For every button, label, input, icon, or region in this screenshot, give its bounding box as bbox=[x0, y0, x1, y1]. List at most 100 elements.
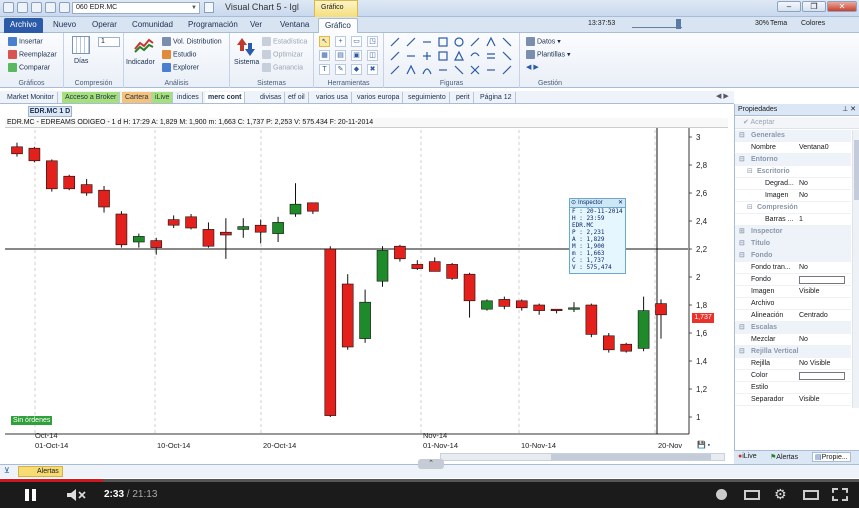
property-row[interactable]: Mezclar No bbox=[735, 334, 851, 346]
property-row[interactable]: Degrad... No bbox=[735, 178, 851, 190]
maximize-button[interactable]: ❐ bbox=[802, 1, 826, 12]
alerts-tab[interactable]: Alertas bbox=[18, 466, 63, 477]
refresh-icon[interactable] bbox=[204, 2, 214, 13]
tema-menu[interactable]: Tema bbox=[770, 20, 787, 27]
tab-ver[interactable]: Ver bbox=[244, 18, 268, 33]
watch-later-icon[interactable] bbox=[716, 489, 727, 500]
property-value[interactable]: 1 bbox=[799, 214, 803, 226]
property-row[interactable]: ⊟ Generales bbox=[735, 130, 851, 142]
property-row[interactable]: ⊟ Escalas bbox=[735, 322, 851, 334]
dock-alertas[interactable]: ⚑Alertas bbox=[770, 453, 798, 461]
expand-toggle-icon[interactable]: ⊞ bbox=[739, 226, 745, 238]
navigation-arrows[interactable]: ◀ ▶ bbox=[526, 63, 539, 71]
insertar-button[interactable]: Insertar bbox=[8, 37, 43, 46]
chart-window-tab[interactable]: EDR.MC 1 D bbox=[28, 106, 72, 117]
vol-distribution-button[interactable]: Vol. Distribution bbox=[162, 37, 222, 46]
layers-tool-icon[interactable]: ◫ bbox=[367, 50, 378, 61]
close-icon[interactable]: ✕ bbox=[618, 199, 623, 208]
tab-seguimiento[interactable]: seguimiento bbox=[405, 92, 450, 103]
zoom-slider-thumb[interactable] bbox=[676, 19, 681, 29]
ganancia-button[interactable]: Ganancia bbox=[262, 63, 303, 72]
comparar-button[interactable]: Comparar bbox=[8, 63, 50, 72]
property-row[interactable]: Estilo bbox=[735, 382, 851, 394]
crosshair-tool-icon[interactable]: + bbox=[335, 36, 346, 47]
expand-toggle-icon[interactable]: ⊟ bbox=[747, 166, 753, 178]
inspector-panel[interactable]: ⊙ Inspector ✕ F : 20-11-2014 H : 23:59 E… bbox=[569, 198, 626, 274]
expand-toggle-icon[interactable]: ⊟ bbox=[739, 238, 745, 250]
plantillas-button[interactable]: Plantillas ▾ bbox=[526, 50, 570, 59]
magnet-tool-icon[interactable]: ▣ bbox=[351, 50, 362, 61]
property-row[interactable]: Archivo bbox=[735, 298, 851, 310]
eraser-tool-icon[interactable]: ✖ bbox=[367, 64, 378, 75]
expand-toggle-icon[interactable]: ⊟ bbox=[739, 130, 745, 142]
property-row[interactable]: Separador Visible bbox=[735, 394, 851, 406]
price-chart[interactable]: 3 2,8 2,6 2,4 2,2 2 1,8 1,6 1,4 1,2 1 Oct-14 01-Oct-… bbox=[5, 128, 728, 450]
property-row[interactable]: Imagen Visible bbox=[735, 286, 851, 298]
property-grid[interactable]: ⊟ Generales Nombre Ventana0 ⊟ Entorno ⊟ Escrito… bbox=[735, 130, 851, 410]
property-row[interactable]: ⊟ Entorno bbox=[735, 154, 851, 166]
property-value[interactable]: No Visible bbox=[799, 358, 830, 370]
property-row[interactable]: Color bbox=[735, 370, 851, 382]
zoom-tool-icon[interactable]: ▭ bbox=[351, 36, 362, 47]
table-tool-icon[interactable]: ▤ bbox=[335, 50, 346, 61]
datos-button[interactable]: Datos ▾ bbox=[526, 37, 561, 46]
color-swatch[interactable] bbox=[799, 276, 845, 284]
app-icon[interactable] bbox=[3, 2, 14, 13]
property-row[interactable]: Fondo bbox=[735, 274, 851, 286]
pin-icon[interactable]: ⊙ bbox=[571, 199, 576, 208]
tab-varios-usa[interactable]: varios usa bbox=[313, 92, 352, 103]
zoom-slider[interactable] bbox=[632, 21, 682, 28]
tab-grafico[interactable]: Gráfico bbox=[318, 18, 358, 33]
inspector-header[interactable]: ⊙ Inspector ✕ bbox=[570, 199, 625, 208]
colores-menu[interactable]: Colores bbox=[801, 20, 825, 27]
scrollbar-thumb[interactable] bbox=[854, 140, 859, 200]
property-value[interactable]: Ventana0 bbox=[799, 142, 829, 154]
tab-operar[interactable]: Operar bbox=[86, 18, 123, 33]
color-tool-icon[interactable]: ◆ bbox=[351, 64, 362, 75]
expand-toggle-icon[interactable]: ⊟ bbox=[739, 154, 745, 166]
expand-handle-icon[interactable]: ⌃ bbox=[418, 459, 444, 469]
tab-programacion[interactable]: Programación bbox=[182, 18, 244, 33]
note-tool-icon[interactable]: ✎ bbox=[335, 64, 346, 75]
estadistica-button[interactable]: Estadística bbox=[262, 37, 307, 46]
indicador-button[interactable]: Indicador bbox=[126, 59, 155, 66]
dock-ilive[interactable]: ●iLive bbox=[738, 453, 757, 460]
figure-tools-icons[interactable] bbox=[388, 36, 516, 76]
tab-archivo[interactable]: Archivo bbox=[4, 18, 43, 33]
minimize-button[interactable]: – bbox=[777, 1, 801, 12]
property-row[interactable]: ⊟ Fondo bbox=[735, 250, 851, 262]
explorer-button[interactable]: Explorer bbox=[162, 63, 199, 72]
property-row[interactable]: Imagen No bbox=[735, 190, 851, 202]
candlestick-chart-svg[interactable]: 3 2,8 2,6 2,4 2,2 2 1,8 1,6 1,4 1,2 1 Oct-1401-Oct-… bbox=[5, 128, 728, 450]
chevron-down-icon[interactable]: ▼ bbox=[190, 4, 198, 12]
alerts-toggle-icon[interactable]: ⊻ bbox=[4, 466, 10, 475]
fullscreen-icon[interactable] bbox=[832, 488, 848, 501]
tab-merc-cont[interactable]: merc cont bbox=[205, 92, 246, 103]
property-row[interactable]: ⊞ Inspector bbox=[735, 226, 851, 238]
expand-toggle-icon[interactable]: ⊟ bbox=[747, 202, 753, 214]
dias-button[interactable]: Días bbox=[74, 58, 88, 65]
color-swatch[interactable] bbox=[799, 372, 845, 380]
property-row[interactable]: Rejilla No Visible bbox=[735, 358, 851, 370]
tab-divisas[interactable]: divisas bbox=[257, 92, 286, 103]
dock-propiedades[interactable]: ▤Propie... bbox=[812, 452, 851, 462]
pause-icon[interactable] bbox=[24, 488, 38, 504]
properties-scrollbar[interactable] bbox=[852, 130, 859, 408]
property-row[interactable]: ⊟ Compresión bbox=[735, 202, 851, 214]
sistema-button[interactable]: Sistema bbox=[234, 59, 259, 66]
settings-gear-icon[interactable]: ⚙ bbox=[774, 486, 787, 503]
tab-acceso-a-broker[interactable]: Acceso a Broker bbox=[62, 92, 121, 103]
close-button[interactable]: ✕ bbox=[827, 1, 857, 12]
property-row[interactable]: Nombre Ventana0 bbox=[735, 142, 851, 154]
tab-cartera[interactable]: Cartera bbox=[122, 92, 153, 103]
expand-toggle-icon[interactable]: ⊟ bbox=[739, 346, 745, 358]
undo-icon[interactable] bbox=[45, 2, 56, 13]
tab-indices[interactable]: indices bbox=[174, 92, 203, 103]
tab-perit[interactable]: perit bbox=[453, 92, 474, 103]
property-row[interactable]: ⊟ Título bbox=[735, 238, 851, 250]
property-row[interactable]: ⊟ Escritorio bbox=[735, 166, 851, 178]
context-tab-grafico[interactable]: Gráfico bbox=[314, 0, 358, 17]
property-value[interactable]: Visible bbox=[799, 286, 820, 298]
save-icon[interactable] bbox=[17, 2, 28, 13]
video-progress-track[interactable] bbox=[0, 479, 859, 482]
